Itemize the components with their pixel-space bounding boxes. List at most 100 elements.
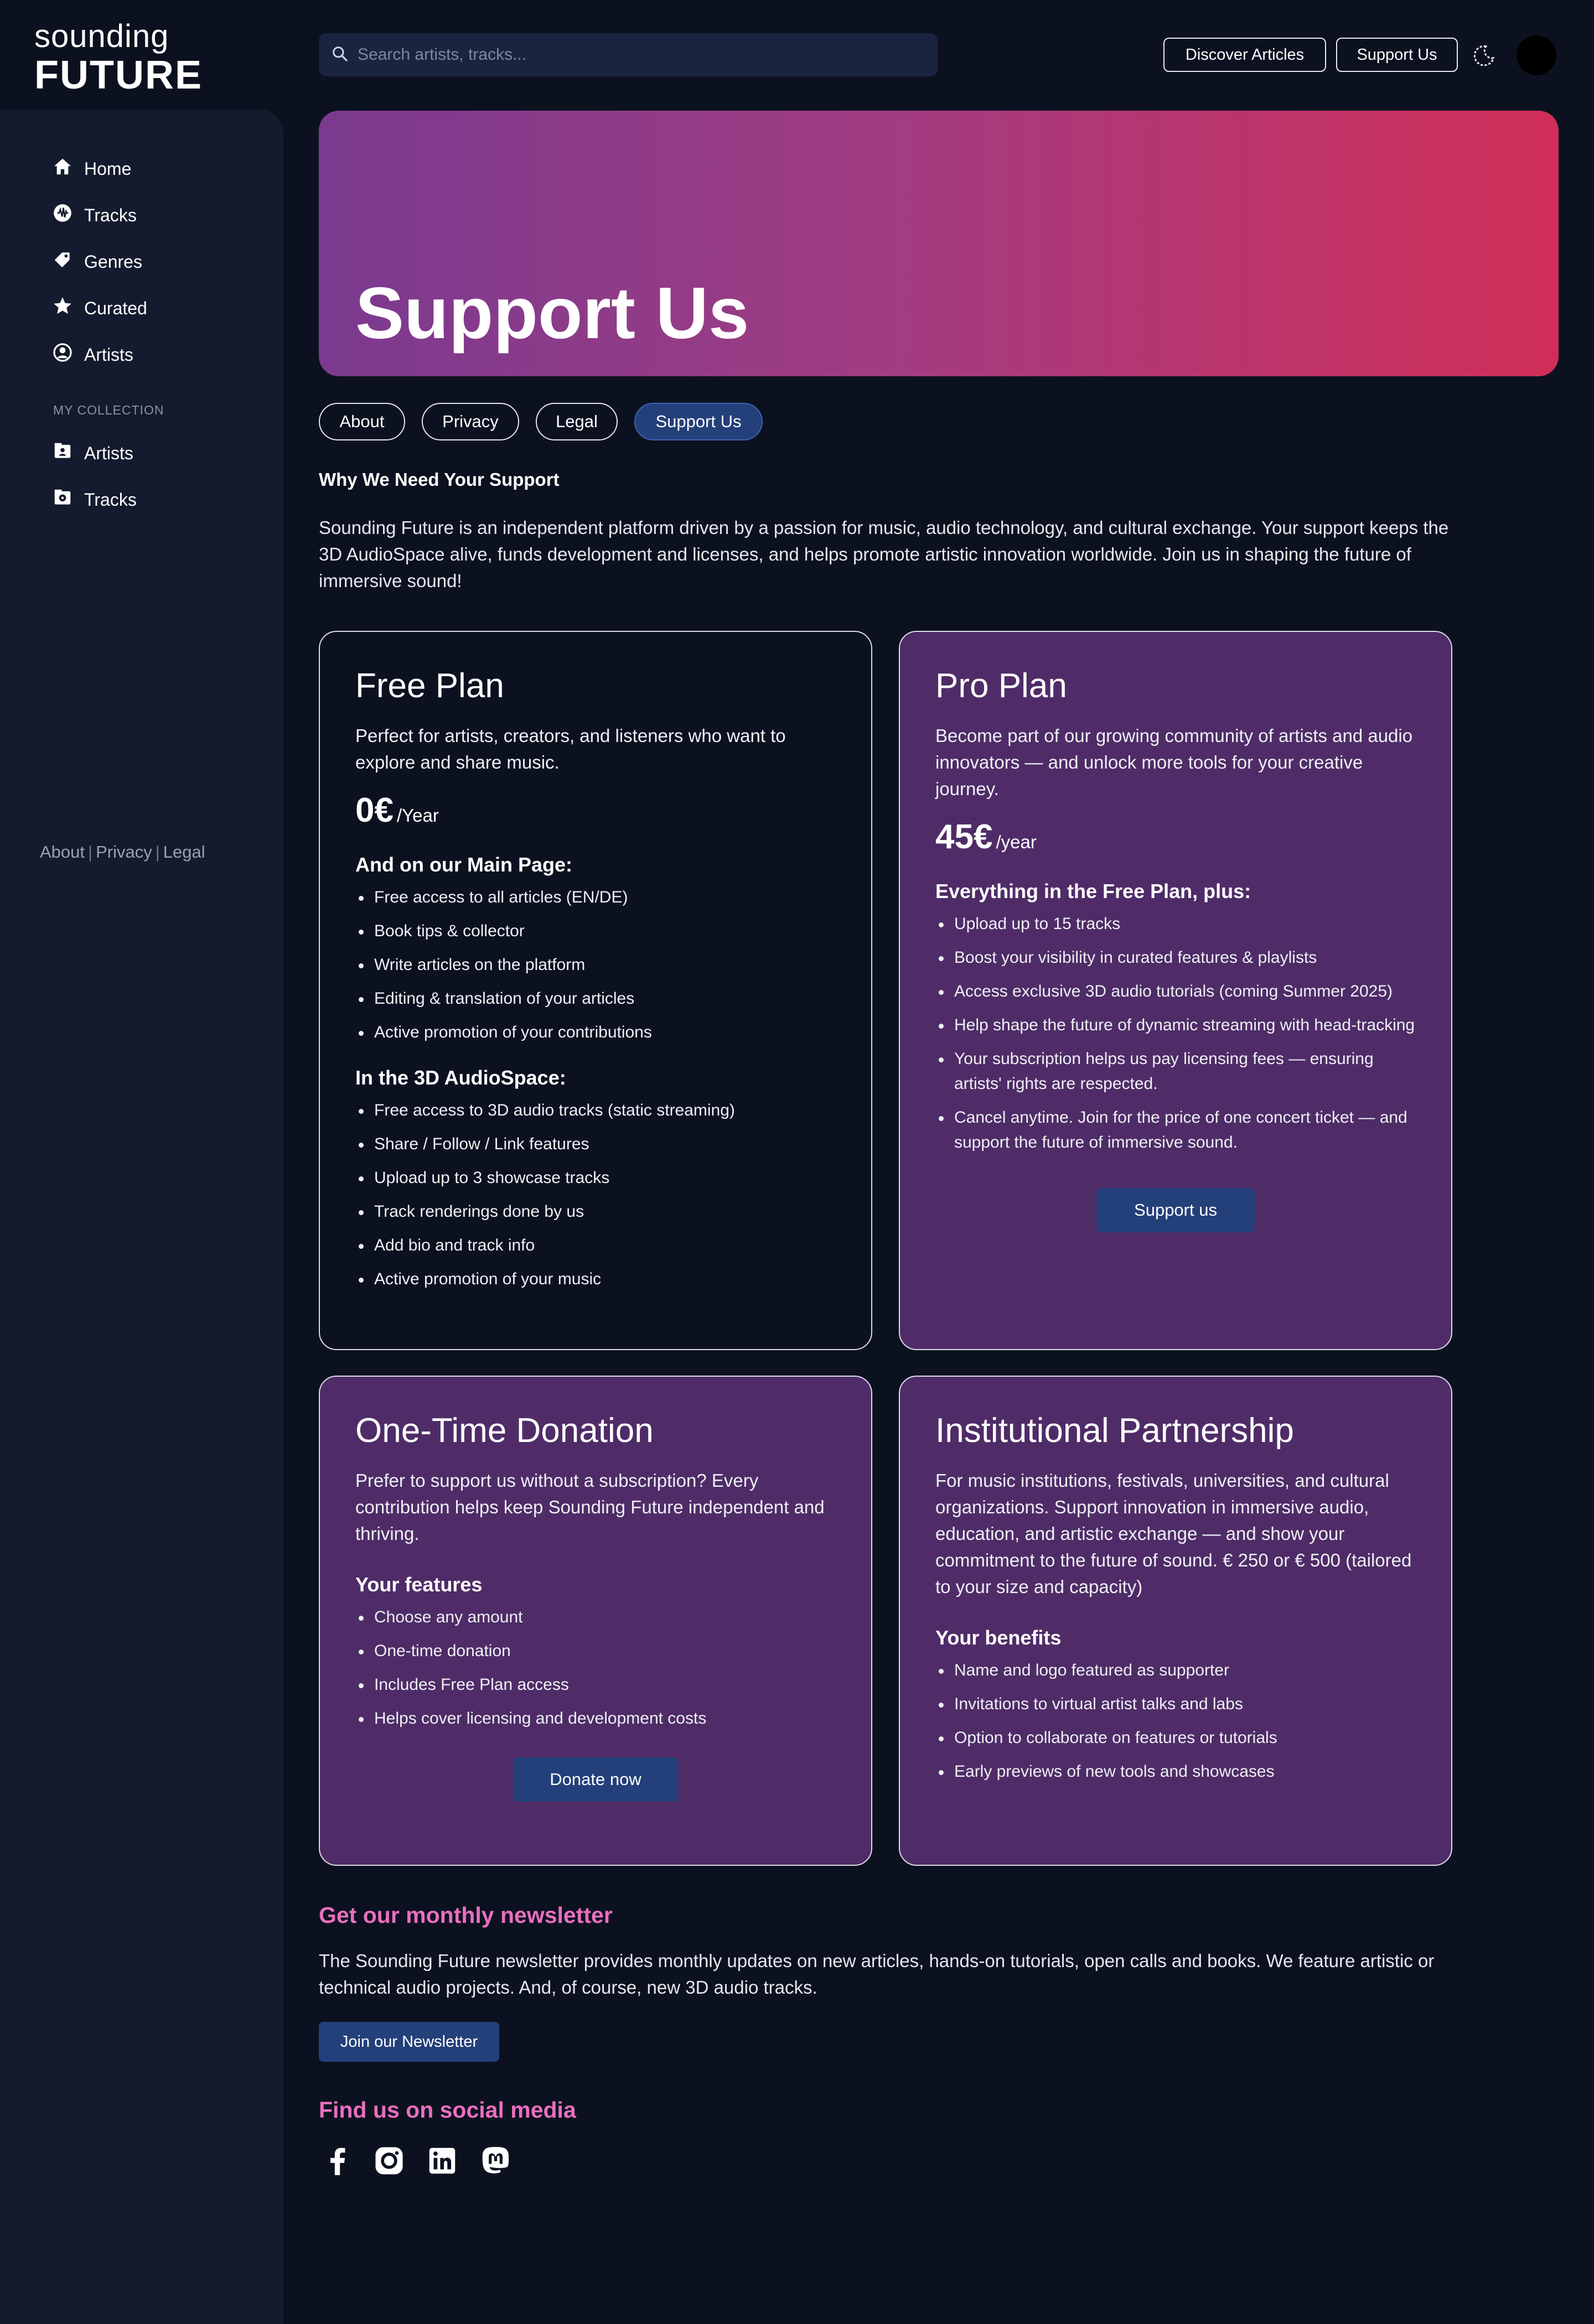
feature-list: Name and logo featured as supporter Invi…: [935, 1658, 1416, 1784]
feature-list: Free access to all articles (EN/DE) Book…: [355, 885, 836, 1045]
plan-price: 45€/year: [935, 818, 1416, 862]
collection-section-label: MY COLLECTION: [53, 403, 164, 417]
sidebar-item-label: Tracks: [84, 489, 137, 510]
list-item: Track renderings done by us: [355, 1199, 836, 1224]
price-amount: 0€: [355, 791, 394, 829]
tab-legal[interactable]: Legal: [536, 403, 618, 440]
list-item: Includes Free Plan access: [355, 1672, 836, 1697]
divider: |: [88, 842, 93, 862]
home-icon: [52, 156, 84, 181]
user-circle-icon: [52, 342, 84, 367]
donate-now-button[interactable]: Donate now: [513, 1757, 678, 1802]
list-item: Invitations to virtual artist talks and …: [935, 1692, 1416, 1716]
partnership-card: Institutional Partnership For music inst…: [899, 1376, 1452, 1866]
sidebar-item-label: Home: [84, 158, 132, 179]
list-item: Upload up to 15 tracks: [935, 911, 1416, 936]
mastodon-icon[interactable]: [478, 2144, 513, 2178]
list-item: One-time donation: [355, 1638, 836, 1663]
plan-price: 0€/Year: [355, 791, 836, 835]
discover-articles-button[interactable]: Discover Articles: [1163, 38, 1326, 72]
page-title: Support Us: [355, 272, 749, 354]
card-title: Pro Plan: [935, 667, 1067, 705]
sidebar-item-label: Genres: [84, 251, 142, 272]
sidebar-item-label: Artists: [84, 443, 133, 463]
tab-support-us[interactable]: Support Us: [634, 403, 763, 440]
card-description: Perfect for artists, creators, and liste…: [355, 725, 786, 772]
logo-line-2: FUTURE: [34, 53, 203, 97]
facebook-icon[interactable]: [320, 2144, 354, 2178]
list-item: Access exclusive 3D audio tutorials (com…: [935, 979, 1416, 1004]
sidebar-item-label: Tracks: [84, 205, 137, 225]
card-title: Institutional Partnership: [935, 1412, 1294, 1450]
sidebar-item-home[interactable]: Home: [52, 155, 131, 183]
card-description: Prefer to support us without a subscript…: [355, 1470, 825, 1544]
price-amount: 45€: [935, 818, 993, 856]
list-item: Add bio and track info: [355, 1233, 836, 1258]
card-description: For music institutions, festivals, unive…: [935, 1470, 1412, 1597]
list-item: Free access to all articles (EN/DE): [355, 885, 836, 910]
sidebar-item-genres[interactable]: Genres: [52, 248, 142, 276]
divider: |: [155, 842, 160, 862]
hero-banner: Support Us: [319, 111, 1559, 376]
list-item: Active promotion of your music: [355, 1267, 836, 1291]
features-heading: Everything in the Free Plan, plus:: [935, 880, 1251, 902]
moon-icon[interactable]: [1471, 43, 1497, 69]
free-plan-card: Free Plan Perfect for artists, creators,…: [319, 631, 872, 1350]
sidebar-item-artists[interactable]: Artists: [52, 341, 133, 369]
sidebar-footer-links: About | Privacy | Legal: [40, 842, 205, 862]
sidebar: Home Tracks Genres Curated Artists MY CO…: [0, 110, 283, 2324]
site-logo[interactable]: sounding FUTURE: [34, 20, 201, 97]
avatar[interactable]: [1517, 35, 1556, 75]
list-item: Early previews of new tools and showcase…: [935, 1759, 1416, 1784]
footer-link-about[interactable]: About: [40, 842, 85, 862]
list-item: Your subscription helps us pay licensing…: [935, 1046, 1416, 1096]
support-us-header-button[interactable]: Support Us: [1336, 38, 1458, 72]
waveform-icon: [52, 203, 84, 228]
instagram-icon[interactable]: [372, 2144, 406, 2178]
features-heading: Your features: [355, 1573, 483, 1596]
search-input[interactable]: [358, 45, 911, 64]
list-item: Editing & translation of your articles: [355, 986, 836, 1011]
social-heading: Find us on social media: [319, 2097, 576, 2123]
card-title: Free Plan: [355, 667, 504, 705]
list-item: Choose any amount: [355, 1605, 836, 1630]
newsletter-text: The Sounding Future newsletter provides …: [319, 1950, 1435, 1998]
list-item: Boost your visibility in curated feature…: [935, 945, 1416, 970]
footer-link-legal[interactable]: Legal: [163, 842, 205, 862]
sidebar-item-label: Artists: [84, 344, 133, 365]
sidebar-item-collection-artists[interactable]: Artists: [52, 439, 133, 467]
list-item: Free access to 3D audio tracks (static s…: [355, 1098, 836, 1123]
sidebar-item-collection-tracks[interactable]: Tracks: [52, 486, 137, 513]
price-period: /year: [996, 832, 1037, 852]
tab-privacy[interactable]: Privacy: [422, 403, 519, 440]
features-heading: And on our Main Page:: [355, 853, 572, 876]
sidebar-item-tracks[interactable]: Tracks: [52, 201, 137, 229]
pro-plan-card: Pro Plan Become part of our growing comm…: [899, 631, 1452, 1350]
tab-about[interactable]: About: [319, 403, 405, 440]
list-item: Helps cover licensing and development co…: [355, 1706, 836, 1731]
linkedin-icon[interactable]: [425, 2144, 459, 2178]
section-heading: Why We Need Your Support: [319, 469, 560, 490]
list-item: Cancel anytime. Join for the price of on…: [935, 1105, 1416, 1155]
intro-text: Sounding Future is an independent platfo…: [319, 517, 1449, 591]
support-us-button[interactable]: Support us: [1096, 1188, 1255, 1232]
feature-list: Choose any amount One-time donation Incl…: [355, 1605, 836, 1731]
list-item: Share / Follow / Link features: [355, 1132, 836, 1156]
card-description: Become part of our growing community of …: [935, 725, 1413, 799]
features-heading: Your benefits: [935, 1626, 1062, 1649]
list-item: Book tips & collector: [355, 919, 836, 943]
footer-link-privacy[interactable]: Privacy: [96, 842, 152, 862]
star-icon: [52, 295, 84, 321]
list-item: Help shape the future of dynamic streami…: [935, 1013, 1416, 1038]
feature-list: Free access to 3D audio tracks (static s…: [355, 1098, 836, 1291]
price-period: /Year: [396, 805, 439, 826]
card-title: One-Time Donation: [355, 1412, 654, 1450]
feature-list: Upload up to 15 tracks Boost your visibi…: [935, 911, 1416, 1155]
tag-icon: [52, 249, 84, 274]
sidebar-item-curated[interactable]: Curated: [52, 294, 147, 322]
list-item: Upload up to 3 showcase tracks: [355, 1165, 836, 1190]
search-bar[interactable]: [319, 33, 938, 76]
newsletter-heading: Get our monthly newsletter: [319, 1902, 613, 1928]
list-item: Name and logo featured as supporter: [935, 1658, 1416, 1683]
join-newsletter-button[interactable]: Join our Newsletter: [319, 2022, 499, 2062]
